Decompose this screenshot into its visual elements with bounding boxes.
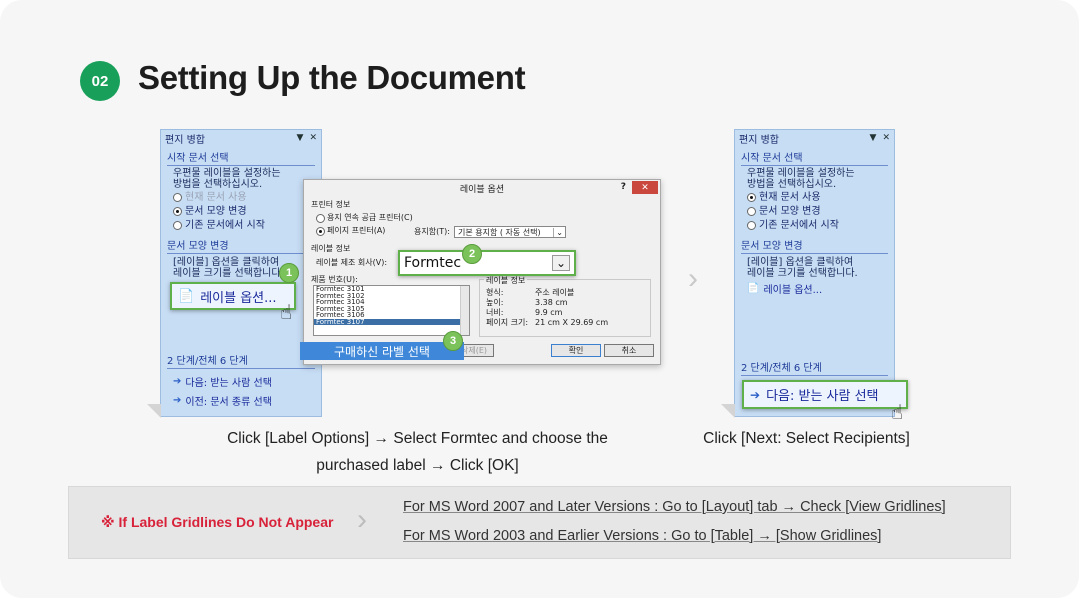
pane-title: 편지 병합 <box>165 134 205 146</box>
pane-shadow-left <box>147 404 161 418</box>
page-title: Setting Up the Document <box>138 59 526 96</box>
cancel-button[interactable]: 취소 <box>604 344 654 357</box>
pane-close-icon[interactable]: ✕ <box>309 133 317 143</box>
step-counter: 2 단계/전체 6 단계 <box>167 355 315 369</box>
printer-info-heading: 프린터 정보 <box>311 200 351 209</box>
right-arrow-icon: ➔ <box>750 387 761 402</box>
start-desc-line-1: 우편물 레이블을 설정하는 <box>173 168 281 179</box>
section-change-layout: 문서 모양 변경 <box>741 240 888 254</box>
mail-merge-pane-right: 편지 병합 ▼ ✕ 시작 문서 선택 우편물 레이블을 설정하는 방법을 선택하십… <box>734 129 895 417</box>
info-width-value: 9.9 cm <box>535 308 563 317</box>
change-desc-line-1: [레이블] 옵션을 클릭하여 <box>747 257 854 268</box>
step-counter: 2 단계/전체 6 단계 <box>741 362 888 376</box>
note-line-word-2007: For MS Word 2007 and Later Versions : Go… <box>403 499 946 515</box>
info-type-value: 주소 레이블 <box>535 288 575 297</box>
change-desc-line-1: [레이블] 옵션을 클릭하여 <box>173 257 280 268</box>
info-width-key: 너비: <box>486 308 504 317</box>
purchased-label-tip: 구매하신 라벨 선택 <box>300 342 464 360</box>
label-info-heading: 레이블 정보 <box>311 244 351 253</box>
chevron-down-icon: ⌄ <box>551 255 570 271</box>
change-desc-line-2: 레이블 크기를 선택합니다 <box>173 268 281 279</box>
pane-shadow-right <box>721 404 735 418</box>
vendor-select[interactable]: Formtec ⌄ <box>398 250 576 276</box>
info-height-value: 3.38 cm <box>535 298 568 307</box>
step-number-badge: 02 <box>80 61 120 101</box>
radio-icon <box>316 213 325 223</box>
section-start-document: 시작 문서 선택 <box>167 152 315 166</box>
label-options-button[interactable]: 📄 레이블 옵션... <box>170 282 296 310</box>
product-list[interactable]: Formtec 3101 Formtec 3102 Formtec 3104 F… <box>313 285 470 336</box>
caption-right: Click [Next: Select Recipients] <box>703 430 910 447</box>
section-change-layout: 문서 모양 변경 <box>167 240 315 254</box>
radio-icon <box>173 221 182 230</box>
tray-label: 용지함(T): <box>414 227 450 236</box>
pane-close-icon[interactable]: ✕ <box>882 133 890 143</box>
tray-select[interactable]: 기본 용지함 ( 자동 선택) ⌄ <box>454 226 566 238</box>
ok-button[interactable]: 확인 <box>551 344 601 357</box>
change-desc-line-2: 레이블 크기를 선택합니다. <box>747 268 858 279</box>
left-arrow-icon: ➔ <box>173 395 182 406</box>
radio-icon <box>173 193 182 202</box>
note-line-word-2003: For MS Word 2003 and Earlier Versions : … <box>403 528 882 544</box>
pane-title-bar: 편지 병합 ▼ ✕ <box>735 130 894 146</box>
radio-selected-icon <box>316 226 325 236</box>
radio-selected-icon <box>747 193 756 202</box>
next-select-recipients-button[interactable]: ➔ 다음: 받는 사람 선택 <box>742 380 908 409</box>
radio-change-layout[interactable]: 문서 모양 변경 <box>747 205 821 218</box>
pane-dropdown-icon[interactable]: ▼ <box>297 133 304 143</box>
step-2-badge: 2 <box>462 244 482 264</box>
list-item[interactable]: Formtec 3107 <box>314 318 469 325</box>
radio-continuous-printer[interactable]: 용지 연속 공급 프린터(C) <box>316 213 413 223</box>
radio-icon <box>747 221 756 230</box>
start-desc-line-2: 방법을 선택하십시오. <box>173 179 263 190</box>
document-icon: 📄 <box>747 283 760 294</box>
next-select-recipients-link[interactable]: ➔ 다음: 받는 사람 선택 <box>173 374 272 389</box>
label-info-title: 레이블 정보 <box>484 276 528 286</box>
radio-current-document[interactable]: 현재 문서 사용 <box>173 191 247 204</box>
note-label: ※ If Label Gridlines Do Not Appear <box>101 514 334 530</box>
label-info-box: 레이블 정보 형식: 주소 레이블 높이: 3.38 cm 너비: 9.9 cm… <box>479 276 651 337</box>
right-arrow-icon: ➔ <box>173 376 182 387</box>
info-page-value: 21 cm X 29.69 cm <box>535 318 609 327</box>
step-3-badge: 3 <box>443 331 463 351</box>
info-page-key: 페이지 크기: <box>486 318 529 327</box>
step-1-badge: 1 <box>279 263 299 283</box>
hand-cursor-icon: ☝ <box>280 302 293 324</box>
hand-cursor-icon: ☝ <box>891 402 904 424</box>
product-number-label: 제품 번호(U): <box>311 275 358 284</box>
pane-dropdown-icon[interactable]: ▼ <box>870 133 877 143</box>
chevron-right-icon: › <box>357 503 367 536</box>
pane-title: 편지 병합 <box>739 134 779 146</box>
radio-current-document[interactable]: 현재 문서 사용 <box>747 191 821 204</box>
info-type-key: 형식: <box>486 288 504 297</box>
label-options-link[interactable]: 📄 레이블 옵션... <box>747 281 822 296</box>
gridlines-note: ※ If Label Gridlines Do Not Appear › For… <box>68 486 1011 559</box>
info-height-key: 높이: <box>486 298 504 307</box>
pane-title-bar: 편지 병합 ▼ ✕ <box>161 130 321 146</box>
radio-existing-document[interactable]: 기존 문서에서 시작 <box>173 219 265 232</box>
radio-change-layout[interactable]: 문서 모양 변경 <box>173 205 247 218</box>
dialog-title-bar: 레이블 옵션 ? ✕ <box>304 180 660 196</box>
radio-selected-icon <box>173 207 182 216</box>
chevron-down-icon: ⌄ <box>553 227 565 237</box>
radio-page-printer[interactable]: 페이지 프린터(A) <box>316 226 385 236</box>
start-desc-line-2: 방법을 선택하십시오. <box>747 179 837 190</box>
section-start-document: 시작 문서 선택 <box>741 152 888 166</box>
help-icon[interactable]: ? <box>621 182 626 192</box>
start-desc-line-1: 우편물 레이블을 설정하는 <box>747 168 855 179</box>
previous-select-document-type-link[interactable]: ➔ 이전: 문서 종류 선택 <box>173 393 272 408</box>
dialog-close-button[interactable]: ✕ <box>632 181 658 194</box>
list-scrollbar[interactable] <box>460 286 469 335</box>
document-icon: 📄 <box>178 288 195 304</box>
radio-existing-document[interactable]: 기존 문서에서 시작 <box>747 219 839 232</box>
caption-left: Click [Label Options] → Select Formtec a… <box>227 430 608 474</box>
radio-icon <box>747 207 756 216</box>
chevron-right-icon: › <box>688 262 698 295</box>
content-card: 02 Setting Up the Document 편지 병합 ▼ ✕ 시작 문… <box>0 0 1079 598</box>
vendor-label: 레이블 제조 회사(V): <box>316 258 388 267</box>
dialog-title: 레이블 옵션 <box>459 184 505 195</box>
